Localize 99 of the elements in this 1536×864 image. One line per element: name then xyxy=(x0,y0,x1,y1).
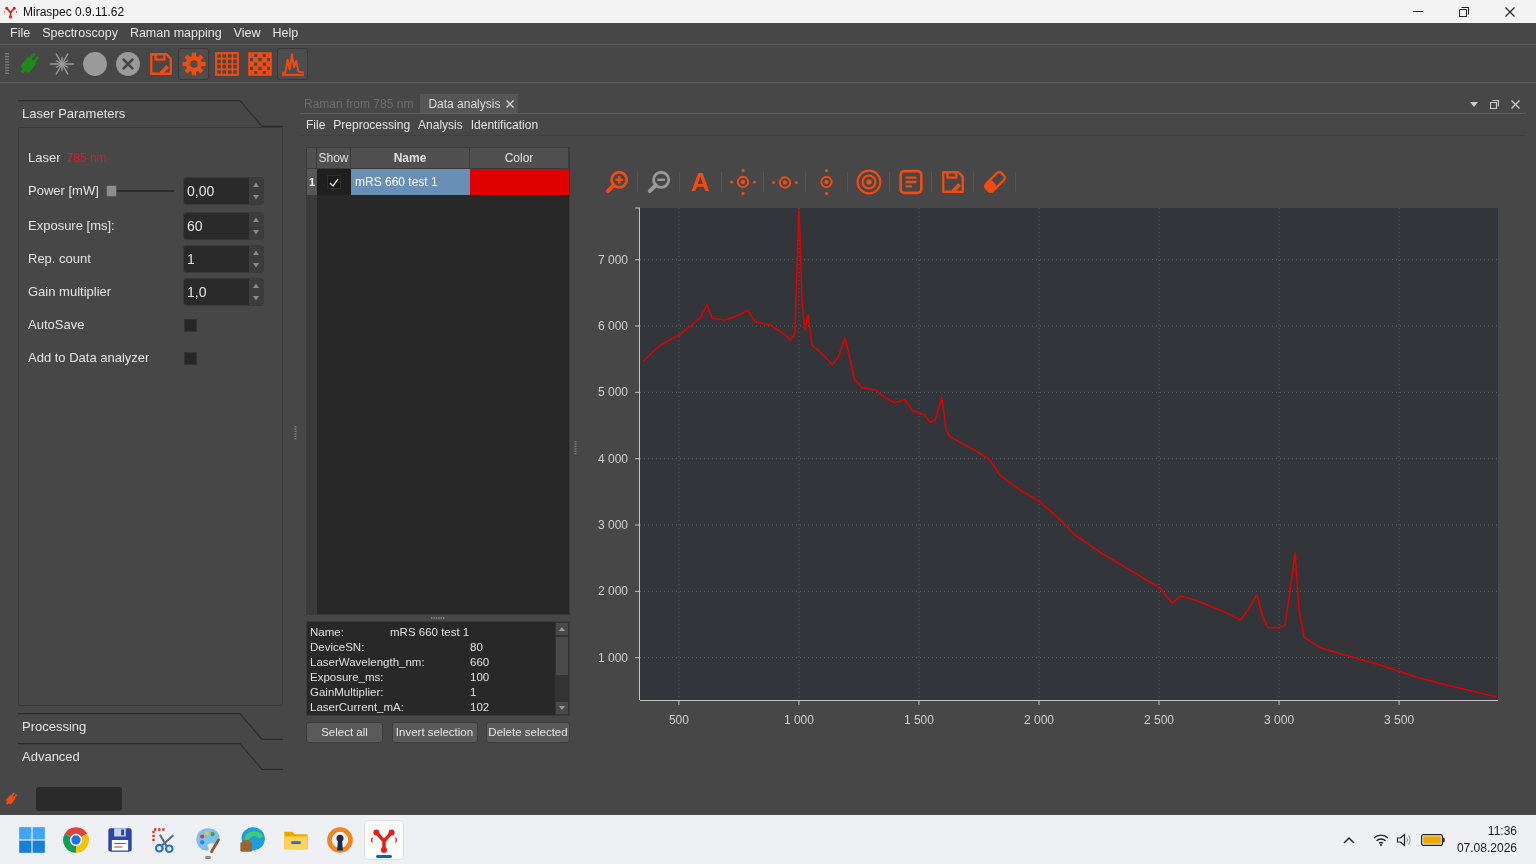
axis-tick-label: 2 000 xyxy=(1024,713,1054,727)
metadata-key: GainMultiplier: xyxy=(310,686,384,698)
section-header[interactable]: Advanced xyxy=(18,743,283,770)
row-number[interactable]: 1 xyxy=(307,169,317,195)
wavelength-value: 785 nm xyxy=(66,150,107,167)
battery-icon[interactable] xyxy=(1420,833,1445,846)
number-field[interactable]: 0,00 xyxy=(183,177,264,205)
metadata-value: 660 xyxy=(470,655,490,670)
app-logo-icon xyxy=(3,4,18,19)
checkmark-icon xyxy=(329,177,339,187)
field-label: Gain multiplier xyxy=(28,283,112,302)
number-field[interactable]: 60 xyxy=(183,212,264,240)
menu-item[interactable]: Raman mapping xyxy=(123,24,228,43)
restore-icon[interactable] xyxy=(1459,6,1469,17)
checkbox[interactable] xyxy=(327,175,341,189)
clock-time[interactable]: 11:36 xyxy=(1487,822,1517,840)
axis-tick-label: 3 500 xyxy=(1384,713,1415,727)
menu-item[interactable]: View xyxy=(227,24,267,43)
table-action-button[interactable]: Select all xyxy=(306,722,383,743)
spin-arrows-icon[interactable] xyxy=(249,178,263,204)
plug-icon xyxy=(3,791,19,807)
target-icon[interactable] xyxy=(855,169,882,195)
zoom-in-icon[interactable] xyxy=(603,169,630,195)
taskbar-button[interactable] xyxy=(364,819,404,860)
axis-tick-label: 6 000 xyxy=(597,319,628,333)
table-action-button[interactable]: Invert selection xyxy=(391,722,478,743)
menu-item[interactable]: Preprocessing xyxy=(329,115,415,134)
axis-tick-label: 1 500 xyxy=(903,713,934,727)
axis-tick-label: 500 xyxy=(668,713,689,727)
menu-item[interactable]: File xyxy=(4,24,37,43)
crosshair-icon[interactable] xyxy=(729,169,756,195)
four-squares-icon xyxy=(18,825,46,854)
tab[interactable]: Data analysis xyxy=(420,94,519,113)
horizontal-crosshair-icon[interactable] xyxy=(771,175,798,189)
caret-down-icon[interactable] xyxy=(1470,101,1478,107)
clock-date[interactable]: 07.08.2026 xyxy=(1456,839,1517,857)
swirl-icon xyxy=(238,825,266,854)
axis-tick-label: 2 000 xyxy=(597,584,628,599)
metadata-key: Name: xyxy=(310,626,344,638)
spin-arrows-icon[interactable] xyxy=(249,246,263,272)
field-label: AutoSave xyxy=(28,316,85,335)
table-action-button[interactable]: Delete selected xyxy=(486,722,570,743)
vertical-crosshair-icon[interactable] xyxy=(820,169,833,195)
speaker-icon[interactable] xyxy=(1395,832,1412,847)
metadata-value: 1 xyxy=(470,685,477,700)
save-icon[interactable] xyxy=(939,169,966,195)
number-field[interactable]: 1,0 xyxy=(183,278,264,306)
axis-tick-label: 1 000 xyxy=(783,713,814,727)
axis-tick-label: 3 000 xyxy=(1264,713,1295,727)
axis-tick-label: 2 500 xyxy=(1144,713,1175,727)
document-icon[interactable] xyxy=(897,169,924,195)
slider-track[interactable] xyxy=(105,185,174,197)
axis-tick-label: 1 000 xyxy=(597,650,628,665)
close-icon[interactable] xyxy=(1505,6,1515,17)
axis-tick-label: 3 000 xyxy=(597,518,628,532)
spin-arrows-icon[interactable] xyxy=(249,213,263,239)
metadata-key: LaserCurrent_mA: xyxy=(310,701,404,713)
segmented-circle-icon xyxy=(62,825,90,854)
section-header[interactable]: Laser Parameters xyxy=(18,100,283,127)
column-header[interactable]: Show xyxy=(317,148,351,168)
checkbox[interactable] xyxy=(184,351,197,365)
splitter-grip-icon[interactable] xyxy=(293,426,297,440)
column-header[interactable]: Color xyxy=(470,148,569,168)
grip-icon[interactable] xyxy=(5,52,9,75)
metadata-key: LaserWavelength_nm: xyxy=(310,656,425,668)
column-header[interactable]: Name xyxy=(351,148,470,168)
menu-item[interactable]: Help xyxy=(266,24,305,43)
metadata-value: mRS 660 test 1 xyxy=(390,625,470,640)
slider-thumb[interactable] xyxy=(105,185,117,197)
field-label: Power [mW] xyxy=(28,182,99,201)
metadata-value: 102 xyxy=(470,700,490,715)
field-label: Rep. count xyxy=(28,250,91,269)
checkbox[interactable] xyxy=(184,318,197,332)
scrollbar[interactable] xyxy=(555,622,569,715)
field-label: Exposure [ms]: xyxy=(28,217,115,236)
menu-item[interactable]: Analysis xyxy=(414,115,467,134)
metadata-value: 80 xyxy=(470,640,483,655)
axis-tick-label: 5 000 xyxy=(597,385,628,400)
menu-item[interactable]: Identification xyxy=(466,115,543,134)
field-label: Add to Data analyzer xyxy=(28,349,150,368)
chevron-up-icon[interactable] xyxy=(1342,835,1355,844)
palette-icon xyxy=(194,825,222,854)
keyhole-icon xyxy=(326,825,354,854)
menu-item[interactable]: File xyxy=(302,115,330,134)
section-header[interactable]: Processing xyxy=(18,713,283,740)
window-title: Miraspec 0.9.11.62 xyxy=(23,3,125,21)
metadata-key: DeviceSN: xyxy=(310,641,365,653)
wifi-icon[interactable] xyxy=(1372,833,1389,846)
field-label: Laser xyxy=(28,149,61,168)
eraser-icon[interactable] xyxy=(981,169,1008,195)
menu-item[interactable]: Spectroscopy xyxy=(36,24,124,43)
color-cell[interactable] xyxy=(470,169,569,195)
number-field[interactable]: 1 xyxy=(183,245,264,273)
axis-tick-label: 4 000 xyxy=(597,451,628,466)
spin-arrows-icon[interactable] xyxy=(249,279,263,305)
metadata-key: Exposure_ms: xyxy=(310,671,384,683)
metadata-value: 100 xyxy=(470,670,490,685)
axis-tick-label: 7 000 xyxy=(597,252,628,267)
splitter-grip-icon[interactable] xyxy=(573,440,577,455)
